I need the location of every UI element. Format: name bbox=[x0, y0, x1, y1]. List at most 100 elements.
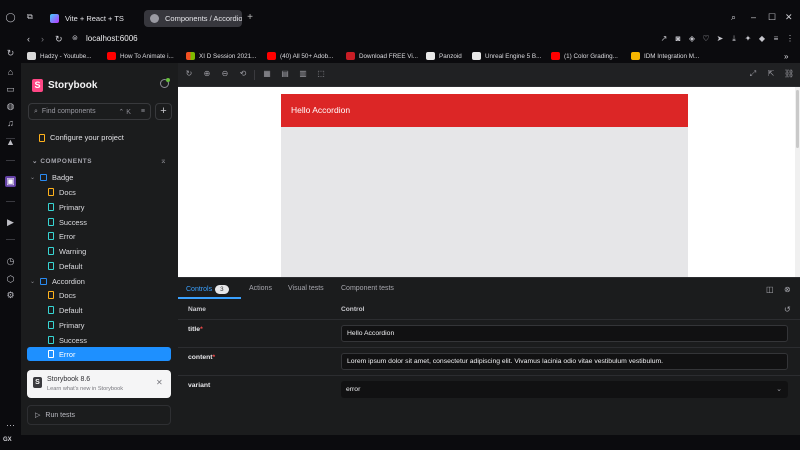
zoom-out-icon[interactable]: ⊖ bbox=[220, 69, 230, 79]
more-icon[interactable]: ⋯ bbox=[5, 420, 16, 431]
reload-icon[interactable]: ↻ bbox=[5, 48, 16, 59]
title-input[interactable]: Hello Accordion bbox=[341, 325, 788, 342]
copy-link-icon[interactable]: ⛓ bbox=[784, 69, 794, 79]
run-tests-button[interactable]: ▷ Run tests bbox=[27, 405, 171, 425]
bookmark[interactable]: (1) Color Grading... bbox=[551, 50, 618, 62]
whats-new-notification[interactable]: S Storybook 8.6 Learn what's new in Stor… bbox=[27, 370, 171, 398]
bookmark[interactable]: Panzoid bbox=[426, 50, 462, 62]
configure-project-link[interactable]: Configure your project bbox=[39, 133, 124, 142]
tree-story-primary[interactable]: Primary bbox=[48, 200, 170, 214]
store-icon[interactable]: ⌂ bbox=[5, 67, 16, 78]
send-icon[interactable]: ➤ bbox=[715, 34, 725, 44]
url-text[interactable]: localhost:6006 bbox=[86, 34, 138, 43]
camera-icon[interactable]: ◙ bbox=[673, 34, 683, 44]
tree-component-accordion[interactable]: ⌄ Accordion bbox=[30, 274, 170, 288]
viewport-icon[interactable]: ▥ bbox=[298, 69, 308, 79]
add-component-button[interactable]: + bbox=[155, 103, 172, 120]
list-icon[interactable]: ≡ bbox=[771, 34, 781, 44]
download-icon[interactable]: ⤓ bbox=[729, 34, 739, 44]
open-new-tab-icon[interactable]: ⇱ bbox=[766, 69, 776, 79]
accordion-header[interactable]: Hello Accordion bbox=[281, 94, 688, 127]
settings-gear-icon[interactable]: ⚙ bbox=[5, 290, 16, 301]
heart-icon[interactable]: ♡ bbox=[701, 34, 711, 44]
tree-label: Error bbox=[59, 231, 76, 241]
bookmark[interactable]: Hadzy - Youtube... bbox=[27, 50, 91, 62]
close-panel-icon[interactable]: ⊗ bbox=[784, 285, 791, 294]
bookmark-icon bbox=[48, 336, 54, 344]
tab-storybook[interactable]: Components / Accordion bbox=[144, 10, 242, 27]
minimize-icon[interactable]: – bbox=[751, 12, 756, 22]
tree-story-success[interactable]: Success bbox=[48, 333, 170, 347]
tree-story-docs[interactable]: Docs bbox=[48, 288, 170, 302]
tab-controls[interactable]: Controls 3 bbox=[186, 285, 229, 294]
status-icon[interactable] bbox=[160, 78, 170, 88]
more-bookmarks-button[interactable]: » bbox=[784, 50, 788, 62]
zoom-in-icon[interactable]: ⊕ bbox=[202, 69, 212, 79]
search-input[interactable]: ⌕ Find components ⌃ K ≡ bbox=[28, 103, 151, 120]
remount-icon[interactable]: ↻ bbox=[184, 69, 194, 79]
tree-story-primary[interactable]: Primary bbox=[48, 318, 170, 332]
tree-component-badge[interactable]: ⌄ Badge bbox=[30, 170, 170, 184]
panel-orientation-icon[interactable]: ◫ bbox=[766, 285, 774, 294]
content-input[interactable]: Lorem ipsum dolor sit amet, consectetur … bbox=[341, 353, 788, 370]
back-icon[interactable]: ‹ bbox=[27, 34, 30, 44]
search-icon: ⌕ bbox=[34, 107, 38, 115]
bookmark[interactable]: (40) All 50+ Adob... bbox=[267, 50, 333, 62]
section-header[interactable]: ⌄ COMPONENTS bbox=[32, 157, 92, 165]
tab-actions[interactable]: Actions bbox=[249, 285, 272, 292]
site-info-icon[interactable]: ⊜ bbox=[72, 34, 78, 42]
tree-story-default[interactable]: Default bbox=[48, 303, 170, 317]
tab-vite[interactable]: Vite + React + TS bbox=[44, 10, 140, 27]
tree-story-warning[interactable]: Warning bbox=[48, 244, 170, 258]
wallet-icon[interactable]: ◆ bbox=[757, 34, 767, 44]
twitch-icon[interactable]: ▣ bbox=[5, 176, 16, 187]
fullscreen-icon[interactable]: ⤢ bbox=[748, 69, 758, 79]
zoom-reset-icon[interactable]: ⟲ bbox=[238, 69, 248, 79]
music-icon[interactable]: ♫ bbox=[5, 118, 16, 129]
tree-story-success[interactable]: Success bbox=[48, 215, 170, 229]
triangle-icon[interactable]: ▲ bbox=[5, 137, 16, 148]
reset-controls-icon[interactable]: ↺ bbox=[784, 305, 791, 314]
menu-icon[interactable]: ⋮ bbox=[785, 34, 795, 44]
tree-story-error[interactable]: Error bbox=[48, 229, 170, 243]
canvas-scrollbar-thumb[interactable] bbox=[796, 90, 799, 148]
control-row-content: content* Lorem ipsum dolor sit amet, con… bbox=[178, 348, 800, 376]
grid-icon[interactable]: ▦ bbox=[262, 69, 272, 79]
forward-icon[interactable]: › bbox=[41, 34, 44, 44]
bookmark[interactable]: IDM Integration M... bbox=[631, 50, 699, 62]
close-icon[interactable]: ✕ bbox=[156, 378, 163, 387]
reload-page-icon[interactable]: ↻ bbox=[55, 34, 63, 45]
opera-logo-icon[interactable]: ◯ bbox=[5, 12, 16, 23]
tab-component-tests[interactable]: Component tests bbox=[341, 285, 394, 292]
tree-story-default[interactable]: Default bbox=[48, 259, 170, 273]
document-icon bbox=[48, 291, 54, 299]
shield-icon[interactable]: ◈ bbox=[687, 34, 697, 44]
aria-icon[interactable]: ◍ bbox=[5, 101, 16, 112]
bookmark[interactable]: Download FREE Vi... bbox=[346, 50, 418, 62]
filter-icon[interactable]: ≡ bbox=[141, 108, 145, 115]
controls-header-row: Name Control ↺ bbox=[178, 299, 800, 320]
cube-icon[interactable]: ⬡ bbox=[5, 274, 16, 285]
close-icon[interactable]: ✕ bbox=[785, 12, 793, 23]
outline-icon[interactable]: ⬚ bbox=[316, 69, 326, 79]
bookmarks-bar: Hadzy - Youtube... How To Animate i... X… bbox=[21, 49, 800, 63]
chart-icon[interactable]: ↗ bbox=[659, 34, 669, 44]
clock-icon[interactable]: ◷ bbox=[5, 256, 16, 267]
tree-label: Error bbox=[59, 349, 76, 359]
collapse-all-icon[interactable]: ⌅ bbox=[160, 156, 167, 165]
variant-select[interactable]: error ⌄ bbox=[341, 381, 788, 398]
play-icon[interactable]: ▶ bbox=[5, 217, 16, 228]
maximize-icon[interactable]: ☐ bbox=[768, 12, 776, 23]
monitor-icon[interactable]: ▭ bbox=[5, 84, 16, 95]
bookmark[interactable]: XI D Session 2021... bbox=[186, 50, 256, 62]
tree-story-docs[interactable]: Docs bbox=[48, 185, 170, 199]
tree-story-error-selected[interactable]: Error bbox=[27, 347, 171, 361]
tab-visual-tests[interactable]: Visual tests bbox=[288, 285, 324, 292]
search-icon[interactable]: ⌕ bbox=[731, 12, 736, 23]
bookmark[interactable]: Unreal Engine 5 B... bbox=[472, 50, 541, 62]
tab-islands-icon[interactable]: ⧉ bbox=[27, 12, 33, 22]
bookmark[interactable]: How To Animate i... bbox=[107, 50, 174, 62]
background-icon[interactable]: ▤ bbox=[280, 69, 290, 79]
new-tab-button[interactable]: + bbox=[245, 12, 255, 24]
extensions-icon[interactable]: ✦ bbox=[743, 34, 753, 44]
